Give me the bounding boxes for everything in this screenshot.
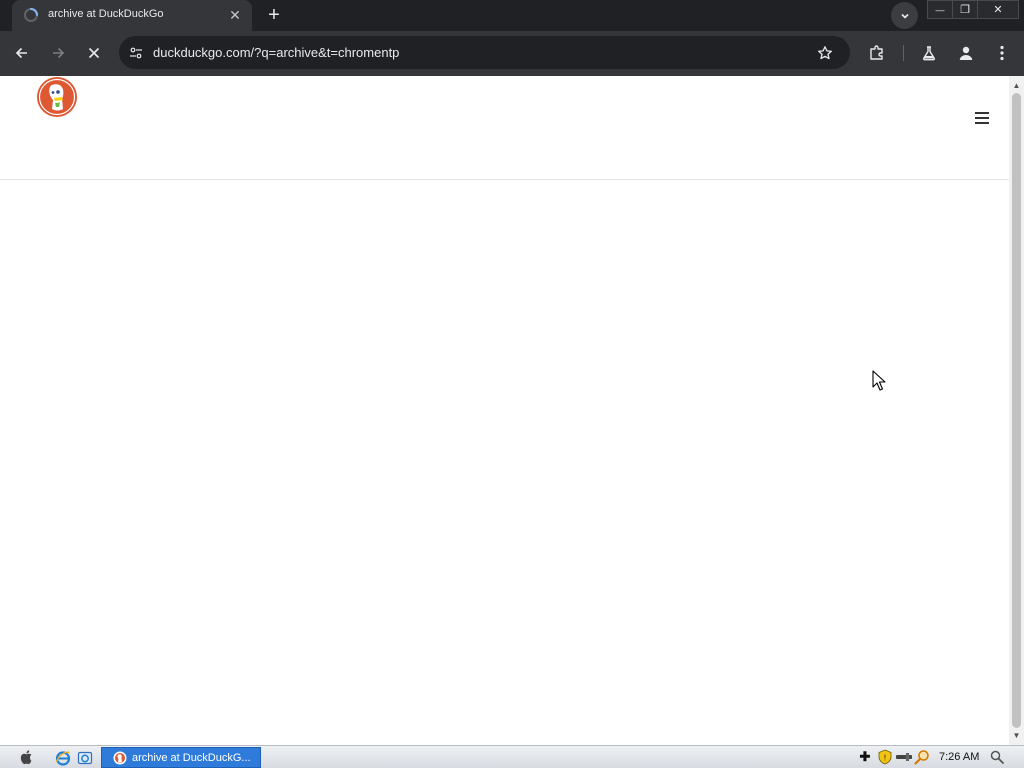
browser-window-icon (77, 751, 92, 764)
header-divider (0, 179, 1009, 180)
hamburger-line (975, 122, 989, 124)
site-info-button[interactable] (125, 42, 147, 64)
url-text[interactable]: duckduckgo.com/?q=archive&t=chromentp (153, 45, 399, 60)
menu-icon (1000, 45, 1004, 61)
back-icon (15, 47, 27, 59)
browser-toolbar: duckduckgo.com/?q=archive&t=chromentp (0, 31, 1024, 76)
window-maximize-button[interactable]: ❐ (952, 0, 978, 19)
tab-title: archive at DuckDuckGo (48, 8, 164, 20)
labs-button[interactable] (915, 39, 943, 67)
extensions-button[interactable] (863, 39, 891, 67)
tab-active[interactable]: archive at DuckDuckGo ✕ (12, 0, 252, 31)
site-info-icon (130, 47, 142, 59)
taskbar-item-chrome[interactable]: archive at DuckDuckG... (101, 747, 261, 768)
plus-icon[interactable]: ✚ (857, 749, 873, 765)
stop-icon (88, 47, 100, 59)
duckduckgo-favicon-icon (113, 751, 127, 764)
tab-strip: archive at DuckDuckGo ✕ + — ❐ ✕ (0, 0, 1024, 31)
taskbar-item-label: archive at DuckDuckG... (132, 751, 251, 764)
labs-icon (922, 46, 936, 61)
svg-text:!: ! (883, 754, 886, 763)
close-icon: ✕ (993, 4, 1003, 16)
magnifier-tray-icon[interactable] (914, 749, 930, 765)
scroll-down-arrow-icon[interactable]: ▼ (1009, 728, 1024, 743)
shield-icon[interactable]: ! (877, 749, 893, 765)
toolbar-divider (903, 45, 904, 61)
forward-button[interactable] (44, 39, 72, 67)
hamburger-line (975, 117, 989, 119)
page-scrollbar[interactable]: ▲ ▼ (1009, 76, 1024, 745)
tab-search-button[interactable] (891, 2, 918, 29)
internet-explorer-icon[interactable] (54, 749, 71, 766)
tab-close-icon[interactable]: ✕ (226, 6, 244, 24)
extensions-icon (870, 45, 883, 60)
address-bar[interactable]: duckduckgo.com/?q=archive&t=chromentp (119, 36, 850, 69)
window-minimize-button[interactable]: — (927, 0, 953, 19)
page-content (0, 76, 1009, 745)
bookmark-star-icon (818, 46, 832, 60)
minimize-icon: — (935, 4, 945, 15)
taskbar: archive at DuckDuckG... ✚ ! 7:26 AM (0, 745, 1024, 768)
new-tab-button[interactable]: + (262, 3, 286, 27)
loading-spinner-icon (24, 8, 38, 22)
scrollbar-thumb[interactable] (1012, 93, 1021, 728)
window-close-button[interactable]: ✕ (977, 0, 1019, 19)
start-button[interactable] (18, 748, 36, 766)
apple-logo-icon (20, 750, 32, 765)
network-icon[interactable] (896, 749, 912, 765)
chevron-down-icon (900, 13, 909, 19)
search-icon[interactable] (989, 749, 1005, 765)
duckduckgo-logo[interactable] (36, 76, 78, 118)
profile-button[interactable] (952, 39, 980, 67)
profile-icon (959, 46, 973, 60)
taskbar-clock: 7:26 AM (939, 751, 980, 763)
browser-menu-button[interactable] (988, 39, 1016, 67)
show-desktop-icon[interactable] (76, 749, 93, 766)
mouse-cursor-icon (872, 370, 886, 391)
back-button[interactable] (8, 39, 36, 67)
scroll-up-arrow-icon[interactable]: ▲ (1009, 78, 1024, 93)
bookmark-button[interactable] (813, 41, 837, 65)
hamburger-menu-icon[interactable] (971, 108, 993, 128)
ie-icon (55, 750, 70, 766)
forward-icon (53, 47, 65, 59)
restore-icon: ❐ (960, 4, 970, 16)
stop-loading-button[interactable] (80, 39, 108, 67)
hamburger-line (975, 112, 989, 114)
